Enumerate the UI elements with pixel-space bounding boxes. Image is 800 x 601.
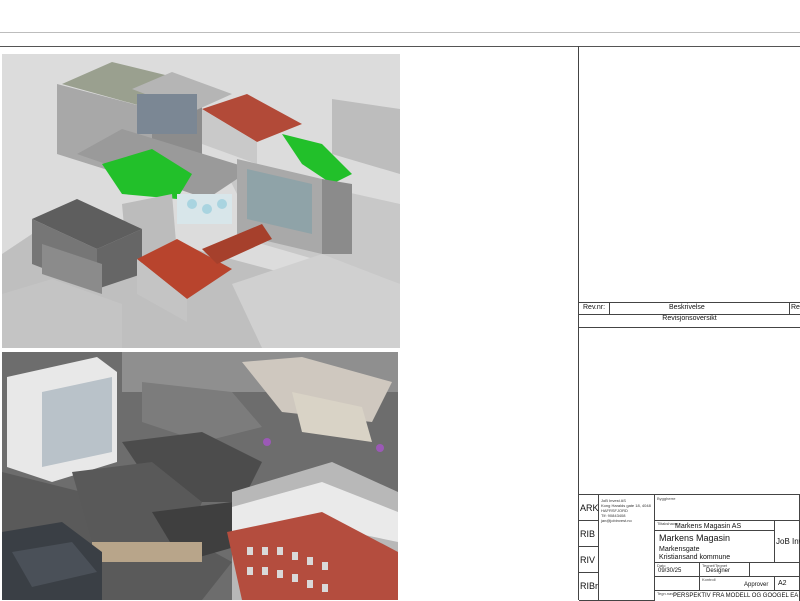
rev-nr-header: Rev.nr: <box>583 304 606 311</box>
approver-value: Approver <box>744 582 769 588</box>
discipline-ribr: RIBr <box>579 573 599 601</box>
model-perspective-image <box>2 54 400 348</box>
drawing-title: PERSPEKTIV FRA MODELL OG GOOGEL EA <box>673 593 799 599</box>
designer-cell: Tegnet/Tegnet Designer <box>700 563 750 577</box>
discipline-ark: ARK <box>579 495 599 521</box>
byggherre-cell: Byggherre <box>655 495 800 521</box>
project-cell: Markens Magasin Markensgate Kristiansand… <box>655 531 775 563</box>
address-line1: Markensgate <box>659 546 700 553</box>
discipline-rib: RIB <box>579 521 599 547</box>
date-cell: Dato 09/30/25 <box>655 563 700 577</box>
extra-header: Re <box>791 304 800 311</box>
owner-name: Markens Magasin AS <box>675 523 742 530</box>
revision-header-row: Rev.nr: Beskrivelse Re <box>579 302 800 315</box>
spacer-cell <box>655 577 700 591</box>
company-short: JoB Inv <box>776 537 800 546</box>
description-header: Beskrivelse <box>669 304 705 311</box>
format-value: A2 <box>778 580 787 587</box>
date-value: 09/30/25 <box>658 568 682 574</box>
revision-table: Rev.nr: Beskrivelse Re Revisjonsoversikt <box>579 302 800 328</box>
approver-cell: Kontroll Approver <box>700 577 775 591</box>
title-block: ARK RIB RIV RIBr JoB Invest AS Kong Hara… <box>579 494 800 601</box>
discipline-riv: RIV <box>579 547 599 573</box>
company-email: jan@jobinvest.no <box>601 518 632 523</box>
company-info: JoB Invest AS Kong Haralds gate 18, 4048… <box>599 495 655 601</box>
byggherre-label: Byggherre <box>657 496 676 501</box>
revision-overview-title: Revisjonsoversikt <box>579 315 800 328</box>
owner-cell: Tiltakshaver Markens Magasin AS <box>655 521 775 531</box>
company-short-cell: JoB Inv <box>775 521 800 563</box>
format-cell: A2 <box>775 577 800 591</box>
designer-value: Designer <box>706 568 731 574</box>
aerial-photo-image <box>2 352 398 600</box>
project-name: Markens Magasin <box>659 533 731 543</box>
top-toolbar-strip <box>0 0 800 33</box>
address-line2: Kristiansand kommune <box>659 554 731 561</box>
company-address: Kong Haralds gate 18, 4048 HAFRSFJORD <box>601 503 651 513</box>
blank-cell <box>750 563 800 577</box>
